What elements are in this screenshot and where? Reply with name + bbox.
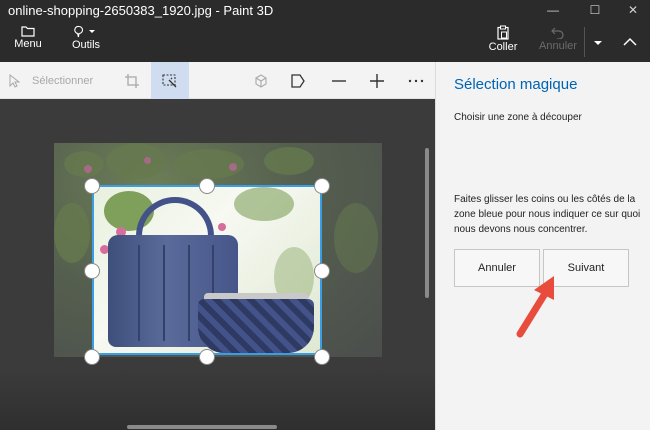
magic-select-icon bbox=[162, 73, 177, 87]
window-title: online-shopping-2650383_1920.jpg - Paint… bbox=[8, 3, 274, 18]
menu-label: Menu bbox=[14, 38, 42, 50]
magic-selection-box[interactable] bbox=[92, 185, 322, 355]
tools-label: Outils bbox=[71, 39, 101, 51]
select-pointer-icon bbox=[9, 73, 20, 88]
undo-label: Annuler bbox=[539, 40, 577, 52]
canvas-floor bbox=[0, 369, 435, 430]
3d-shapes-tool[interactable] bbox=[246, 62, 276, 99]
magic-select-tool[interactable] bbox=[151, 62, 189, 99]
more-button[interactable] bbox=[401, 62, 431, 99]
vertical-scrollbar[interactable] bbox=[425, 148, 429, 298]
panel-subtitle: Choisir une zone à découper bbox=[454, 112, 582, 123]
resize-handle-top[interactable] bbox=[199, 178, 215, 194]
zoom-in-button[interactable] bbox=[362, 62, 392, 99]
chevron-down-icon bbox=[89, 30, 95, 33]
collapse-ribbon-button[interactable] bbox=[611, 22, 650, 62]
minimize-button[interactable]: — bbox=[536, 0, 570, 22]
resize-handle-bottom[interactable] bbox=[199, 349, 215, 365]
ribbon-divider bbox=[584, 27, 585, 57]
horizontal-scrollbar[interactable] bbox=[127, 425, 277, 429]
resize-handle-right[interactable] bbox=[314, 263, 330, 279]
undo-button[interactable]: Annuler bbox=[538, 22, 578, 62]
undo-icon bbox=[551, 27, 564, 39]
plus-icon bbox=[370, 73, 384, 88]
resize-handle-bottom-left[interactable] bbox=[84, 349, 100, 365]
tools-icon bbox=[74, 25, 95, 38]
resize-handle-bottom-right[interactable] bbox=[314, 349, 330, 365]
resize-handle-top-right[interactable] bbox=[314, 178, 330, 194]
chevron-up-icon bbox=[623, 37, 637, 46]
ribbon: Menu Outils Coller Annuler bbox=[0, 22, 650, 62]
crop-tool[interactable] bbox=[116, 62, 148, 99]
panel-title: Sélection magique bbox=[454, 76, 578, 93]
select-tool[interactable]: Sélectionner bbox=[8, 62, 98, 99]
menu-button[interactable]: Menu bbox=[8, 22, 48, 62]
flag-shape-icon bbox=[291, 73, 305, 88]
resize-handle-top-left[interactable] bbox=[84, 178, 100, 194]
paste-label: Coller bbox=[488, 41, 518, 53]
paste-icon bbox=[497, 25, 509, 40]
maximize-button[interactable]: ☐ bbox=[578, 0, 612, 22]
clutch-bag bbox=[198, 299, 314, 353]
panel-description: Faites glisser les coins ou les côtés de… bbox=[454, 194, 641, 235]
tools-button[interactable]: Outils bbox=[66, 22, 106, 62]
close-button[interactable]: ✕ bbox=[616, 0, 650, 22]
undo-dropdown-button[interactable] bbox=[590, 22, 606, 62]
folder-icon bbox=[21, 26, 35, 37]
magic-select-panel: Sélection magique Choisir une zone à déc… bbox=[435, 62, 650, 430]
tool-row: Sélectionner bbox=[0, 62, 435, 99]
select-tool-label: Sélectionner bbox=[32, 74, 94, 87]
3d-shapes-icon bbox=[255, 73, 267, 88]
paste-button[interactable]: Coller bbox=[486, 22, 520, 62]
canvas-area[interactable] bbox=[0, 99, 435, 430]
minus-icon bbox=[332, 79, 346, 82]
title-bar: online-shopping-2650383_1920.jpg - Paint… bbox=[0, 0, 650, 22]
crop-icon bbox=[125, 73, 139, 88]
resize-handle-left[interactable] bbox=[84, 263, 100, 279]
annotation-arrow-icon bbox=[516, 276, 554, 338]
zoom-out-button[interactable] bbox=[324, 62, 354, 99]
sticker-tool[interactable] bbox=[283, 62, 313, 99]
more-icon bbox=[408, 79, 424, 82]
chevron-down-icon bbox=[594, 41, 602, 45]
